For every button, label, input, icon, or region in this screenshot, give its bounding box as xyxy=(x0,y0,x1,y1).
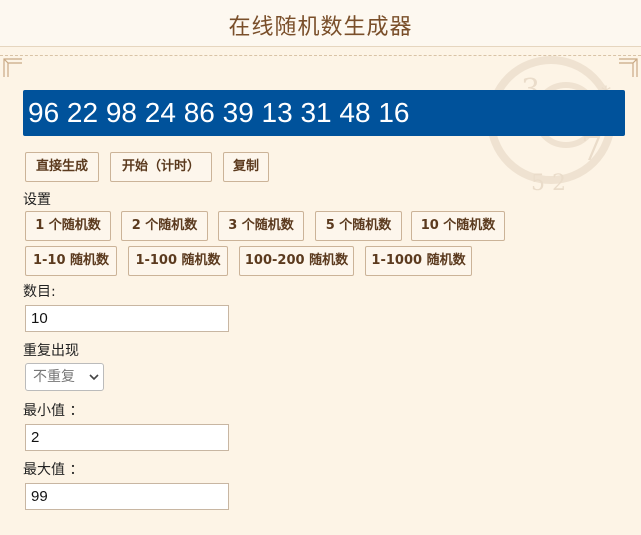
min-label: 最小值 ： xyxy=(23,403,84,419)
preset-range-100-200-button[interactable]: 100-200 随机数 xyxy=(239,246,354,276)
start-timer-button[interactable]: 开始（计时） xyxy=(110,152,212,182)
corner-ornament-icon xyxy=(3,58,22,77)
preset-2-numbers-button[interactable]: 2 个随机数 xyxy=(121,211,208,241)
copy-button[interactable]: 复制 xyxy=(223,152,269,182)
page-title: 在线随机数生成器 xyxy=(228,15,413,40)
settings-label: 设置 xyxy=(23,192,51,208)
preset-3-numbers-button[interactable]: 3 个随机数 xyxy=(218,211,304,241)
preset-range-1-10-button[interactable]: 1-10 随机数 xyxy=(25,246,117,276)
repeat-select-value: 不重复 xyxy=(33,369,75,385)
repeat-label: 重复出现 xyxy=(23,343,79,359)
preset-10-numbers-button[interactable]: 10 个随机数 xyxy=(411,211,505,241)
random-number-output: 96 22 98 24 86 39 13 31 48 16 xyxy=(23,90,625,136)
chevron-down-icon xyxy=(89,374,99,381)
max-label: 最大值 ： xyxy=(23,462,84,478)
svg-text:5 2: 5 2 xyxy=(531,171,566,196)
min-value-input[interactable]: 2 xyxy=(25,424,229,451)
preset-5-numbers-button[interactable]: 5 个随机数 xyxy=(315,211,402,241)
count-label: 数目: xyxy=(23,284,56,300)
preset-range-1-1000-button[interactable]: 1-1000 随机数 xyxy=(365,246,472,276)
max-value-input[interactable]: 99 xyxy=(25,483,229,510)
preset-range-1-100-button[interactable]: 1-100 随机数 xyxy=(128,246,228,276)
preset-1-number-button[interactable]: 1 个随机数 xyxy=(25,211,111,241)
repeat-select[interactable]: 不重复 xyxy=(25,363,104,391)
generate-button[interactable]: 直接生成 xyxy=(25,152,99,182)
count-input[interactable]: 10 xyxy=(25,305,229,332)
